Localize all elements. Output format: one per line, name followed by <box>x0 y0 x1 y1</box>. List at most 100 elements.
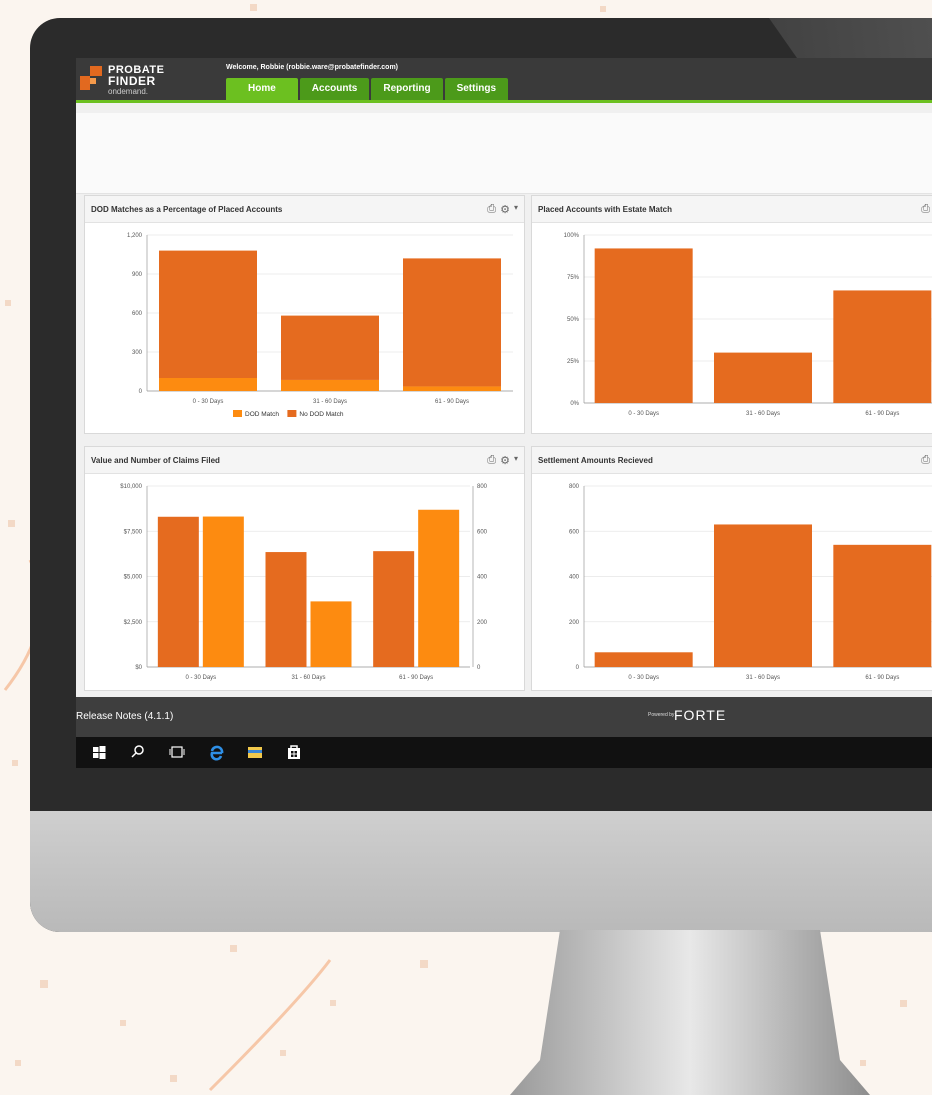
bar-count <box>202 516 244 667</box>
y-tick-label: $7,500 <box>124 529 143 535</box>
tab-accounts[interactable]: Accounts <box>299 78 370 100</box>
logo-mark-icon <box>80 66 102 90</box>
probate-finder-logo[interactable]: PROBATE FINDER ondemand. <box>80 64 200 98</box>
panel-header: Value and Number of Claims Filed ⎙ ⚙ ▾ <box>85 447 524 474</box>
release-notes-link[interactable]: Release Notes (4.1.1) <box>76 711 173 722</box>
monitor-chin <box>30 811 932 932</box>
monitor-stand <box>510 930 870 1095</box>
windows-start-icon[interactable] <box>90 743 108 761</box>
y-tick-label: 200 <box>569 620 580 626</box>
x-tick-label: 31 - 60 Days <box>291 675 325 681</box>
dashboard-banner <box>76 113 932 194</box>
search-icon[interactable] <box>129 743 147 761</box>
gear-icon[interactable]: ⚙ <box>500 203 510 216</box>
bar <box>594 652 693 667</box>
logo-line-2: FINDER <box>108 74 156 88</box>
bar <box>714 352 812 403</box>
x-tick-label: 0 - 30 Days <box>628 675 659 681</box>
chart-settlement-amounts: 0 200 400 600 800 0 - 30 Days 31 - 60 Days 61 -… <box>569 484 932 681</box>
bar-no-dod-match <box>281 315 379 380</box>
chevron-down-icon[interactable]: ▾ <box>514 203 518 216</box>
task-view-icon[interactable] <box>168 743 186 761</box>
bar <box>833 290 932 403</box>
bar-count <box>310 601 352 667</box>
y-tick-label: 600 <box>132 311 143 317</box>
panel-title: DOD Matches as a Percentage of Placed Ac… <box>91 205 283 214</box>
panel-estate-match: Placed Accounts with Estate Match ⎙ 0% 25… <box>531 195 932 434</box>
gear-icon[interactable]: ⚙ <box>500 454 510 467</box>
tab-settings[interactable]: Settings <box>444 78 509 100</box>
logo-line-3: ondemand. <box>108 87 149 96</box>
x-tick-label: 0 - 30 Days <box>193 399 224 405</box>
panel-claims-filed: Value and Number of Claims Filed ⎙ ⚙ ▾ $… <box>84 446 525 691</box>
print-icon[interactable]: ⎙ <box>487 203 496 216</box>
bar <box>714 524 812 667</box>
x-tick-label: 61 - 90 Days <box>399 675 433 681</box>
chart-dod-matches: 0 300 600 900 1,200 0 - 30 Days 31 - 60 Days 61… <box>127 233 513 418</box>
bar-no-dod-match <box>403 258 501 387</box>
app-footer: Release Notes (4.1.1) Powered by FORTE <box>76 697 932 737</box>
chart-estate-match: 0% 25% 50% 75% 100% 0 - 30 Days 31 - 60 Days 61… <box>564 233 932 417</box>
y-tick-label: $10,000 <box>120 484 142 490</box>
app-screen: PROBATE FINDER ondemand. Welcome, Robbie… <box>76 58 932 768</box>
legend-swatch <box>233 410 242 417</box>
panel-title: Placed Accounts with Estate Match <box>538 205 672 214</box>
bar <box>594 248 693 403</box>
y-tick-label: 75% <box>567 275 580 281</box>
bar-no-dod-match <box>159 250 257 378</box>
y2-tick-label: 600 <box>477 529 488 535</box>
y-tick-label: 25% <box>567 359 580 365</box>
x-tick-label: 61 - 90 Days <box>865 411 899 417</box>
bar-dod-match <box>281 379 379 391</box>
legend-label: No DOD Match <box>299 411 343 418</box>
bar-dod-match <box>159 378 257 391</box>
chevron-down-icon[interactable]: ▾ <box>514 454 518 467</box>
bar-value <box>265 552 307 667</box>
file-explorer-icon[interactable] <box>246 743 264 761</box>
welcome-text: Welcome, Robbie (robbie.ware@probatefind… <box>226 64 399 71</box>
nav-underline <box>76 100 932 103</box>
y-tick-label: $2,500 <box>124 620 143 626</box>
y-tick-label: 50% <box>567 317 580 323</box>
y-tick-label: 800 <box>569 484 580 490</box>
panel-header: Placed Accounts with Estate Match ⎙ <box>532 196 932 223</box>
panel-dod-matches: DOD Matches as a Percentage of Placed Ac… <box>84 195 525 434</box>
bar-count <box>418 509 460 667</box>
x-tick-label: 31 - 60 Days <box>746 411 780 417</box>
y-tick-label: 1,200 <box>127 233 143 239</box>
print-icon[interactable]: ⎙ <box>487 454 496 467</box>
tab-reporting[interactable]: Reporting <box>371 78 443 100</box>
x-tick-label: 31 - 60 Days <box>746 675 780 681</box>
panel-header: Settlement Amounts Recieved ⎙ <box>532 447 932 474</box>
y-tick-label: 0 <box>139 389 143 395</box>
store-icon[interactable] <box>285 743 303 761</box>
panel-title: Value and Number of Claims Filed <box>91 456 220 465</box>
y-tick-label: 0% <box>570 401 579 407</box>
bar-value <box>157 516 199 667</box>
bar <box>833 544 932 667</box>
y2-tick-label: 400 <box>477 575 488 581</box>
forte-logo: FORTE <box>674 707 727 723</box>
main-nav: Home Accounts Reporting Settings <box>226 78 510 100</box>
windows-taskbar <box>76 737 932 768</box>
y-tick-label: 300 <box>132 350 143 356</box>
tab-home[interactable]: Home <box>226 78 298 100</box>
y2-tick-label: 800 <box>477 484 488 490</box>
powered-by-label: Powered by <box>648 712 675 718</box>
y-tick-label: 100% <box>564 233 580 239</box>
bar-value <box>373 551 415 667</box>
y-tick-label: $0 <box>135 665 142 671</box>
x-tick-label: 61 - 90 Days <box>865 675 899 681</box>
legend-label: DOD Match <box>245 411 279 418</box>
x-tick-label: 0 - 30 Days <box>628 411 659 417</box>
x-tick-label: 0 - 30 Days <box>185 675 216 681</box>
y-tick-label: 400 <box>569 575 580 581</box>
legend-swatch <box>287 410 297 417</box>
y-tick-label: 900 <box>132 272 143 278</box>
edge-icon[interactable] <box>207 743 225 761</box>
y-tick-label: 600 <box>569 529 580 535</box>
bar-dod-match <box>403 386 501 391</box>
print-icon[interactable]: ⎙ <box>921 203 930 216</box>
panel-settlement-amounts: Settlement Amounts Recieved ⎙ 0 200 400 600… <box>531 446 932 691</box>
print-icon[interactable]: ⎙ <box>921 454 930 467</box>
